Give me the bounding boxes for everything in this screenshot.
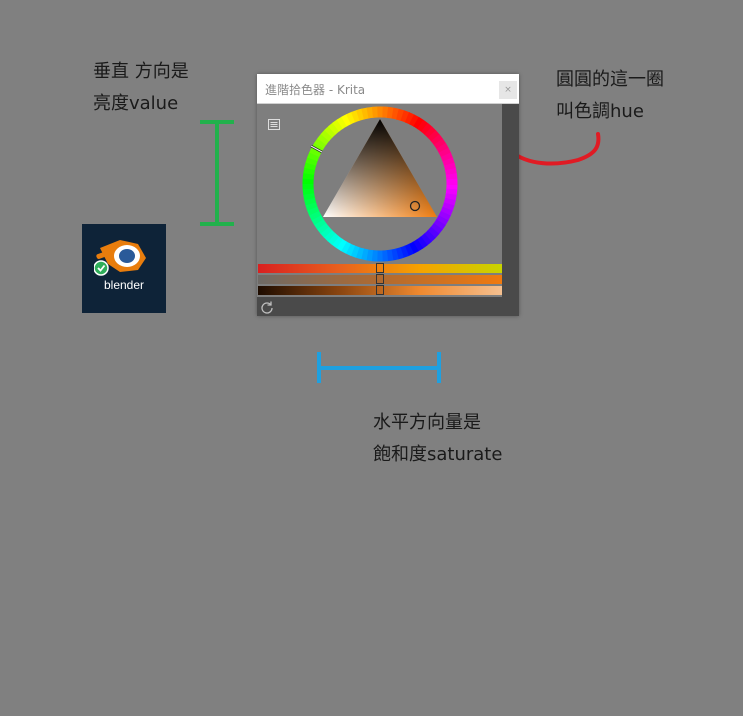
annotation-hue-line-2: 叫色調hue — [556, 101, 644, 122]
annotation-saturation-line-1: 水平方向量是 — [373, 412, 481, 433]
window-title: 進階拾色器 - Krita — [265, 83, 366, 97]
saturation-slider-handle[interactable] — [376, 274, 384, 284]
hue-slider[interactable] — [258, 263, 502, 273]
annotation-value-note: 垂直 方向是 亮度value — [93, 56, 189, 120]
value-range-marker — [200, 120, 234, 226]
value-saturation-triangle[interactable] — [323, 119, 437, 217]
advanced-color-selector-window: 進階拾色器 - Krita × — [257, 74, 519, 316]
annotation-hue-line-1: 圓圓的這一圈 — [556, 69, 664, 90]
desktop-icon-label: blender — [103, 278, 145, 292]
color-wheel-area — [302, 106, 458, 262]
close-button[interactable]: × — [499, 81, 517, 99]
refresh-icon[interactable] — [260, 299, 274, 318]
window-titlebar[interactable]: 進階拾色器 - Krita × — [257, 74, 519, 104]
value-slider-handle[interactable] — [376, 285, 384, 295]
saturation-slider[interactable] — [258, 274, 502, 284]
blender-logo-icon — [94, 240, 146, 276]
settings-menu-icon[interactable] — [268, 115, 280, 134]
desktop-icon-blender[interactable]: blender — [82, 224, 166, 313]
annotation-value-line-1: 垂直 方向是 — [93, 61, 189, 82]
annotation-value-line-2: 亮度value — [93, 93, 179, 114]
window-bottom-bar — [257, 297, 519, 316]
window-scrollbar[interactable] — [502, 104, 519, 316]
annotation-saturation-line-2: 飽和度saturate — [373, 444, 503, 465]
annotation-saturation-note: 水平方向量是 飽和度saturate — [373, 407, 502, 471]
hue-slider-handle[interactable] — [376, 263, 384, 273]
annotation-hue-note: 圓圓的這一圈 叫色調hue — [556, 64, 664, 128]
value-slider[interactable] — [258, 285, 502, 295]
saturation-range-marker — [317, 352, 441, 383]
